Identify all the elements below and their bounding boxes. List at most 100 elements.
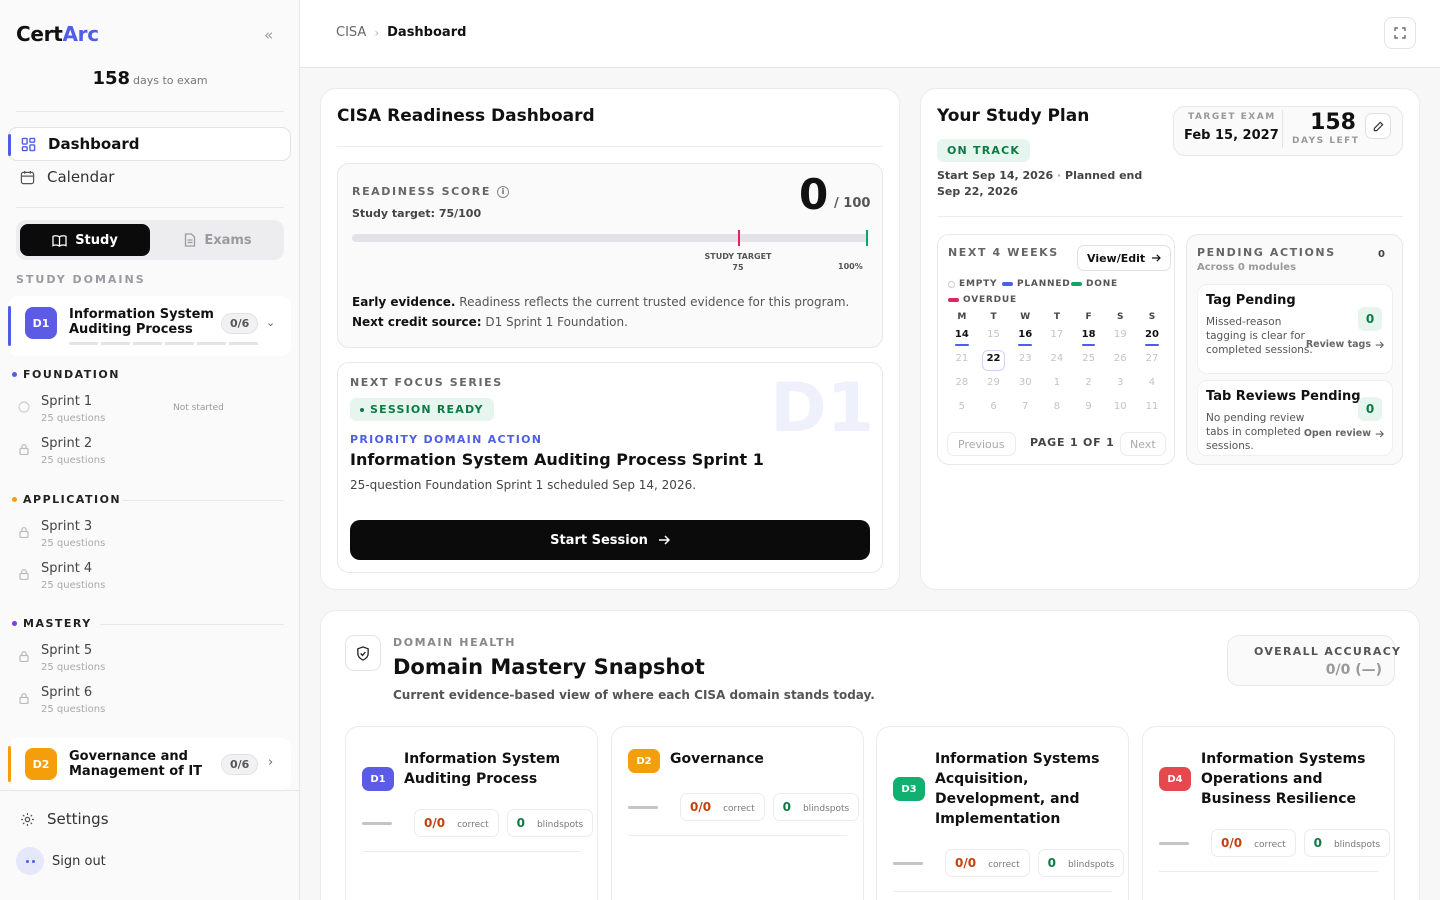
max-marker xyxy=(866,230,868,246)
phase-dot xyxy=(12,372,17,377)
plan-end: Sep 22, 2026 xyxy=(937,185,1019,198)
weekday-label: S xyxy=(1148,312,1156,322)
previous-page-button[interactable]: Previous xyxy=(947,432,1016,456)
sprint-name: Sprint 5 xyxy=(41,643,93,658)
calendar-day[interactable]: 1 xyxy=(1041,374,1073,398)
calendar-day[interactable]: 10 xyxy=(1104,398,1136,422)
study-target-caption-value: 75 xyxy=(732,263,744,272)
calendar-week: 14 15 16 17 18 19 20 xyxy=(946,326,1168,350)
nav-dashboard[interactable]: Dashboard xyxy=(8,127,291,161)
domain-badge: D1 xyxy=(362,767,394,791)
domain-health-card-d3[interactable]: D3 Information Systems Acquisition, Deve… xyxy=(876,726,1129,900)
domain-health-card-d1[interactable]: D1 Information System Auditing Process 0… xyxy=(345,726,598,900)
pencil-icon xyxy=(1373,121,1383,131)
correct-label: correct xyxy=(1254,840,1286,850)
correct-value: 0/0 xyxy=(424,816,446,830)
collapse-sidebar-icon[interactable]: « xyxy=(264,26,273,44)
fullscreen-button[interactable] xyxy=(1384,17,1416,49)
sprint-5[interactable]: Sprint 5 25 questions xyxy=(18,643,288,675)
chevron-down-icon[interactable]: ⌄ xyxy=(266,316,275,329)
next-page-button[interactable]: Next xyxy=(1120,432,1166,456)
calendar-week: 21 22 23 24 25 26 27 xyxy=(946,350,1168,374)
domain-health-card-d4[interactable]: D4 Information Systems Operations and Bu… xyxy=(1142,726,1395,900)
edit-target-button[interactable] xyxy=(1365,113,1391,139)
calendar-day[interactable]: 14 xyxy=(946,326,978,350)
domain-progress-count: 0/6 xyxy=(221,313,259,334)
calendar-day[interactable]: 29 xyxy=(978,374,1010,398)
breadcrumb-root[interactable]: CISA xyxy=(336,25,366,40)
calendar-day[interactable]: 7 xyxy=(1009,398,1041,422)
sprint-1[interactable]: Sprint 1 25 questions Not started xyxy=(18,394,288,426)
review-tags-link[interactable]: Review tags xyxy=(1306,339,1384,350)
domain-badge: D3 xyxy=(893,777,925,801)
correct-label: correct xyxy=(457,820,489,830)
calendar-day[interactable]: 30 xyxy=(1009,374,1041,398)
calendar-day[interactable]: 15 xyxy=(978,326,1010,350)
sprint-2[interactable]: Sprint 2 25 questions xyxy=(18,436,288,468)
empty-circle-icon xyxy=(18,401,30,413)
calendar-day[interactable]: 20 xyxy=(1136,326,1168,350)
weekday-header: MTWTFSS xyxy=(946,308,1168,326)
calendar-day[interactable]: 24 xyxy=(1041,350,1073,374)
domain-badge: D4 xyxy=(1159,767,1191,791)
domain-health-title: Information Systems Acquisition, Develop… xyxy=(935,751,1100,827)
calendar-day[interactable]: 19 xyxy=(1104,326,1136,350)
info-icon[interactable]: i xyxy=(496,185,509,198)
phase-foundation: FOUNDATION xyxy=(12,368,120,381)
sprint-3[interactable]: Sprint 3 25 questions xyxy=(18,519,288,551)
domain-health-title: Information Systems Operations and Busin… xyxy=(1201,751,1366,807)
open-review-link[interactable]: Open review xyxy=(1304,428,1384,439)
calendar-day[interactable]: 16 xyxy=(1009,326,1041,350)
legend-swatch xyxy=(1002,282,1013,286)
weekday-label: M xyxy=(957,312,967,322)
phase-application: APPLICATION xyxy=(12,493,121,506)
domain-card-d1[interactable]: D1 Information System Auditing Process 0… xyxy=(8,296,291,356)
sprint-questions: 25 questions xyxy=(41,580,106,591)
calendar-day[interactable]: 17 xyxy=(1041,326,1073,350)
sprint-questions: 25 questions xyxy=(41,662,106,673)
trend-dash xyxy=(362,821,392,825)
calendar-day[interactable]: 2 xyxy=(1073,374,1105,398)
domain-health-title: Information System Auditing Process xyxy=(404,751,561,787)
divider xyxy=(362,851,581,852)
calendar-day[interactable]: 4 xyxy=(1136,374,1168,398)
calendar-day[interactable]: 5 xyxy=(946,398,978,422)
start-session-button[interactable]: Start Session xyxy=(350,520,870,560)
calendar-day[interactable]: 9 xyxy=(1073,398,1105,422)
calendar-day[interactable]: 8 xyxy=(1041,398,1073,422)
sign-out-link[interactable]: Sign out xyxy=(52,854,106,869)
calendar-day[interactable]: 27 xyxy=(1136,350,1168,374)
readiness-title: CISA Readiness Dashboard xyxy=(337,106,595,126)
nav-calendar[interactable]: Calendar xyxy=(8,160,291,194)
domain-health-card-d2[interactable]: D2 Governance 0/0 correct 0 blindspots xyxy=(611,726,864,900)
calendar-day[interactable]: 22 xyxy=(978,350,1010,374)
calendar-day[interactable]: 11 xyxy=(1136,398,1168,422)
exams-tab[interactable]: Exams xyxy=(156,224,280,256)
calendar-day[interactable]: 6 xyxy=(978,398,1010,422)
study-tab[interactable]: Study xyxy=(20,224,150,256)
calendar-day[interactable]: 28 xyxy=(946,374,978,398)
divider xyxy=(893,891,1112,892)
session-ready-label: SESSION READY xyxy=(370,403,484,416)
nav-settings[interactable]: Settings xyxy=(8,802,291,836)
sprint-6[interactable]: Sprint 6 25 questions xyxy=(18,685,288,717)
study-target-marker xyxy=(738,230,740,246)
phase-label: APPLICATION xyxy=(23,493,122,506)
tab-reviews-pending-card: Tab Reviews Pending No pending review ta… xyxy=(1197,380,1393,456)
calendar-day[interactable]: 23 xyxy=(1009,350,1041,374)
sprint-4[interactable]: Sprint 4 25 questions xyxy=(18,561,288,593)
calendar-day[interactable]: 3 xyxy=(1104,374,1136,398)
next-focus-label: NEXT FOCUS SERIES xyxy=(350,376,503,389)
focus-title: Information System Auditing Process Spri… xyxy=(350,450,764,469)
calendar-day[interactable]: 18 xyxy=(1073,326,1105,350)
calendar-day[interactable]: 26 xyxy=(1104,350,1136,374)
document-icon xyxy=(185,233,196,247)
brand-logo[interactable]: CertArc xyxy=(16,22,99,46)
view-edit-button[interactable]: View/Edit xyxy=(1077,245,1172,271)
calendar-week: 28 29 30 1 2 3 4 xyxy=(946,374,1168,398)
calendar-day[interactable]: 21 xyxy=(946,350,978,374)
evidence-bold: Early evidence. xyxy=(352,295,456,309)
domain-card-d2[interactable]: D2 Governance and Management of IT 0/6 › xyxy=(8,738,291,790)
chevron-right-icon[interactable]: › xyxy=(268,755,273,770)
calendar-day[interactable]: 25 xyxy=(1073,350,1105,374)
